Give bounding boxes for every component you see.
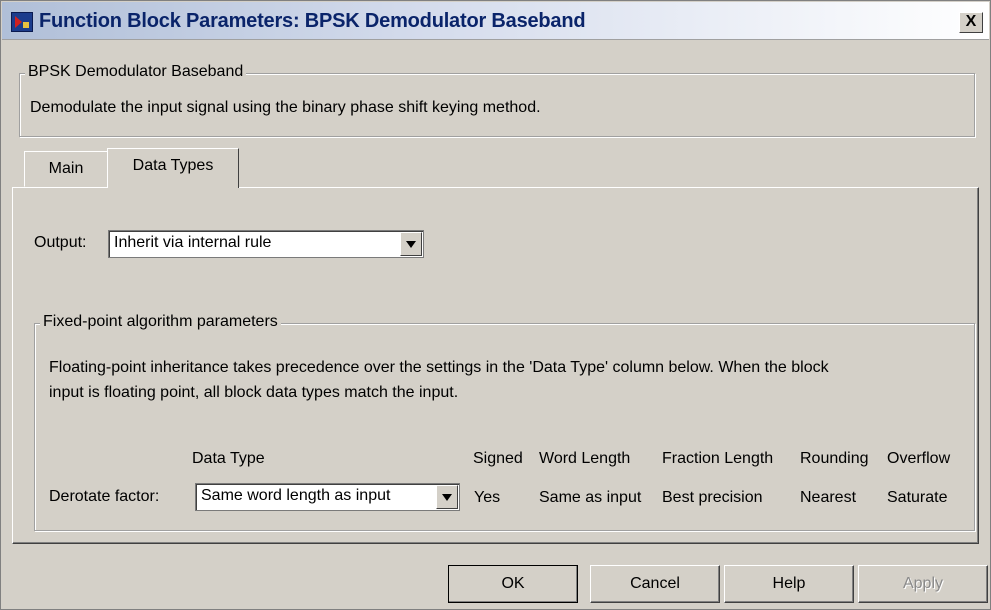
help-button[interactable]: Help	[724, 565, 854, 603]
derotate-overflow-value: Saturate	[887, 489, 948, 506]
chevron-down-icon[interactable]	[400, 232, 422, 256]
output-label: Output:	[34, 234, 87, 251]
close-button[interactable]: X	[959, 12, 983, 33]
cancel-button[interactable]: Cancel	[590, 565, 720, 603]
fixed-point-note-line1: Floating-point inheritance takes precede…	[49, 359, 829, 376]
block-description-text: Demodulate the input signal using the bi…	[30, 99, 541, 116]
header-overflow: Overflow	[887, 450, 951, 467]
output-select-value: Inherit via internal rule	[114, 234, 272, 251]
output-select[interactable]: Inherit via internal rule	[108, 230, 424, 258]
tab-data-types-label: Data Types	[132, 157, 214, 174]
derotate-factor-label: Derotate factor:	[49, 488, 160, 505]
tab-data-types[interactable]: Data Types	[107, 148, 239, 188]
header-data-type: Data Type	[192, 450, 265, 467]
derotate-factor-datatype-value: Same word length as input	[201, 487, 391, 504]
derotate-word-length-value: Same as input	[539, 489, 642, 506]
derotate-rounding-value: Nearest	[800, 489, 857, 506]
header-signed: Signed	[473, 450, 523, 467]
ok-button[interactable]: OK	[448, 565, 578, 603]
derotate-factor-datatype-select[interactable]: Same word length as input	[195, 483, 460, 511]
window-title: Function Block Parameters: BPSK Demodula…	[39, 10, 586, 32]
fixed-point-legend: Fixed-point algorithm parameters	[40, 313, 281, 331]
apply-button[interactable]: Apply	[858, 565, 988, 603]
header-word-length: Word Length	[539, 450, 631, 467]
title-bar[interactable]: Function Block Parameters: BPSK Demodula…	[2, 2, 989, 40]
dialog-window: Function Block Parameters: BPSK Demodula…	[0, 0, 991, 610]
derotate-signed-value: Yes	[474, 489, 501, 506]
chevron-down-icon[interactable]	[436, 485, 458, 509]
header-rounding: Rounding	[800, 450, 869, 467]
block-name-legend: BPSK Demodulator Baseband	[25, 63, 247, 81]
fixed-point-note-line2: input is floating point, all block data …	[49, 384, 459, 401]
tab-main-label: Main	[48, 160, 84, 177]
tab-main[interactable]: Main	[24, 151, 108, 187]
header-fraction-length: Fraction Length	[662, 450, 774, 467]
derotate-fraction-length-value: Best precision	[662, 489, 763, 506]
simulink-block-icon	[11, 12, 33, 32]
